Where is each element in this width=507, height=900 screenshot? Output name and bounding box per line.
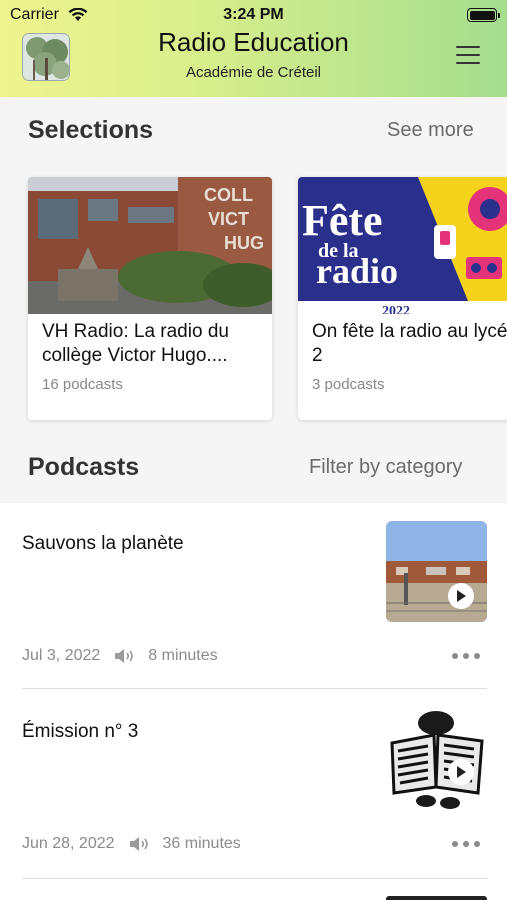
- podcast-duration: 36 minutes: [162, 835, 241, 852]
- filter-by-category-link[interactable]: Filter by category: [309, 456, 462, 479]
- selection-card[interactable]: Fête de la radio 2022 On fête la radio a…: [298, 177, 507, 420]
- selections-heading: Selections: [28, 116, 154, 144]
- more-options-icon[interactable]: [452, 839, 480, 849]
- selection-card-title: VH Radio: La radio du collège Victor Hug…: [42, 321, 229, 366]
- newspaper-reader-illustration: [386, 709, 487, 810]
- podcast-date: Jun 28, 2022: [22, 835, 115, 852]
- play-icon[interactable]: [448, 759, 474, 785]
- app-subtitle: Académie de Créteil: [185, 64, 322, 81]
- selection-card-count: 16 podcasts: [42, 376, 123, 393]
- battery-icon: [467, 8, 500, 22]
- svg-text:HUG: HUG: [224, 233, 264, 253]
- see-more-link[interactable]: See more: [387, 119, 474, 142]
- poster-text-year: 2022: [382, 304, 410, 314]
- status-bar: Carrier 3:24 PM: [0, 0, 507, 30]
- poster-text-fete: Fête: [302, 196, 383, 245]
- selections-section: Selections See more COLL VICT HUG VH Rad…: [0, 97, 507, 503]
- selection-card-count: 3 podcasts: [312, 376, 385, 393]
- app-title: Radio Education: [158, 27, 349, 57]
- podcasts-heading: Podcasts: [28, 453, 140, 481]
- divider: [22, 878, 487, 879]
- play-icon[interactable]: [448, 583, 474, 609]
- podcast-meta: Jun 28, 2022 36 minutes: [22, 835, 241, 853]
- podcast-title: Sauvons la planète: [22, 533, 184, 554]
- fete-de-la-radio-poster: Fête de la radio 2022: [298, 177, 507, 314]
- selection-card[interactable]: COLL VICT HUG VH Radio: La radio du coll…: [28, 177, 272, 420]
- clock-time: 3:24 PM: [223, 6, 284, 23]
- school-exterior-photo: [386, 521, 487, 622]
- podcast-list-item[interactable]: Sauvons la planète Jul 3, 2022 8 minutes: [0, 503, 507, 691]
- more-options-icon[interactable]: [452, 651, 480, 661]
- poster-text-radio: radio: [316, 251, 398, 291]
- svg-text:COLL: COLL: [204, 185, 253, 205]
- hamburger-menu-icon[interactable]: [456, 46, 480, 66]
- school-building-photo: COLL VICT HUG: [28, 177, 272, 314]
- podcast-date: Jul 3, 2022: [22, 647, 101, 664]
- selection-card-title: On fête la radio au lycée ! 2: [312, 321, 507, 366]
- svg-text:VICT: VICT: [208, 209, 249, 229]
- podcast-duration: 8 minutes: [148, 647, 218, 664]
- next-podcast-thumbnail: [386, 896, 487, 900]
- tree-photo-logo-icon: [23, 34, 69, 80]
- podcast-list-item[interactable]: Émission n° 3 Jun 28, 2022 36 minutes: [0, 691, 507, 881]
- podcast-meta: Jul 3, 2022 8 minutes: [22, 647, 218, 665]
- app-logo[interactable]: [22, 33, 70, 81]
- app-header: Carrier 3:24 PM Radio Education Académie…: [0, 0, 507, 97]
- podcast-title: Émission n° 3: [22, 721, 139, 742]
- speaker-icon: [115, 649, 134, 663]
- divider: [22, 688, 487, 689]
- speaker-icon: [129, 837, 148, 851]
